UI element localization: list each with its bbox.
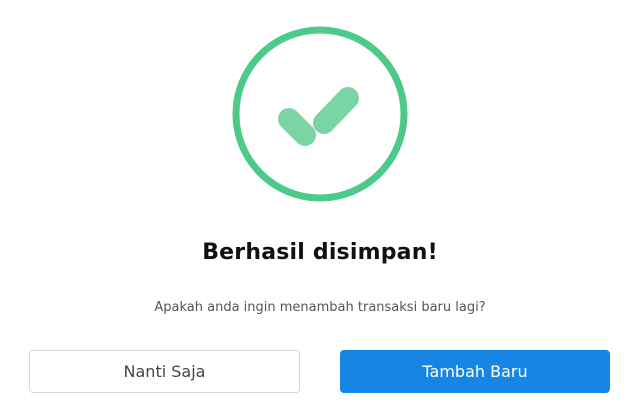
check-circle-icon — [232, 26, 408, 202]
success-dialog: Berhasil disimpan! Apakah anda ingin men… — [0, 0, 640, 420]
add-new-button[interactable]: Tambah Baru — [340, 350, 610, 393]
dialog-title: Berhasil disimpan! — [202, 240, 438, 265]
dialog-message: Apakah anda ingin menambah transaksi bar… — [154, 300, 486, 315]
later-button[interactable]: Nanti Saja — [29, 350, 300, 393]
